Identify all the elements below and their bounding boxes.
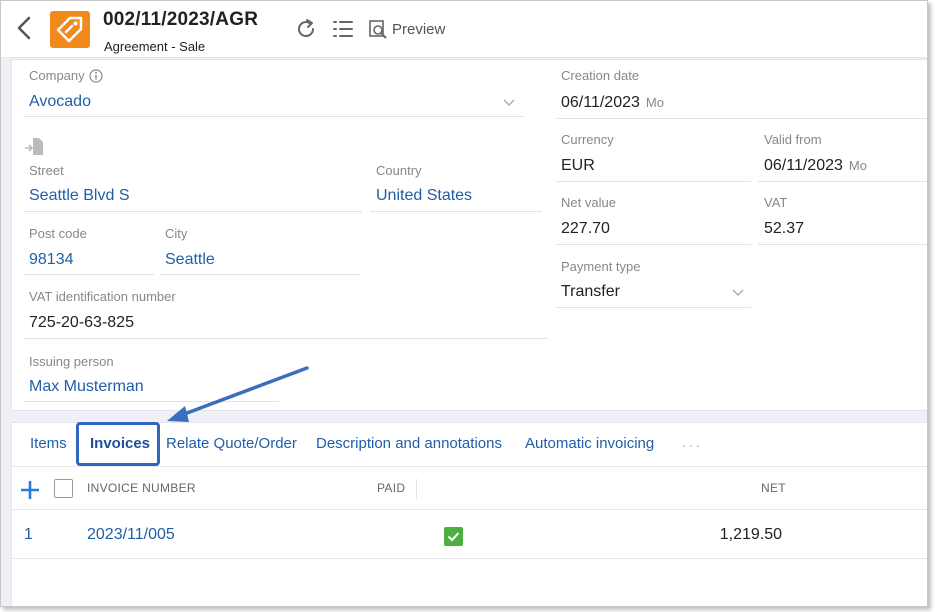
net-value-label: Net value bbox=[561, 195, 616, 210]
currency-label: Currency bbox=[561, 132, 614, 147]
chevron-down-icon[interactable] bbox=[503, 99, 515, 107]
chevron-down-icon[interactable] bbox=[732, 289, 744, 297]
issuing-person-field[interactable]: Max Musterman bbox=[29, 378, 144, 396]
street-label: Street bbox=[29, 163, 64, 178]
payment-type-field[interactable]: Transfer bbox=[561, 283, 620, 301]
city-field[interactable]: Seattle bbox=[165, 251, 215, 269]
country-field[interactable]: United States bbox=[376, 187, 472, 205]
country-label: Country bbox=[376, 163, 422, 178]
info-icon[interactable] bbox=[89, 68, 103, 83]
invoice-grid-header: INVOICE NUMBER PAID NET bbox=[12, 466, 927, 510]
vat-id-label: VAT identification number bbox=[29, 289, 176, 304]
tab-relate-quote-order[interactable]: Relate Quote/Order bbox=[166, 435, 297, 452]
company-label-row: Company bbox=[29, 68, 103, 83]
payment-type-label: Payment type bbox=[561, 259, 641, 274]
column-divider bbox=[416, 479, 417, 499]
vat-label: VAT bbox=[764, 195, 788, 210]
city-label: City bbox=[165, 226, 188, 241]
issuing-person-label: Issuing person bbox=[29, 354, 114, 369]
valid-from-field[interactable]: 06/11/2023 Mo bbox=[764, 157, 867, 175]
refresh-icon[interactable] bbox=[294, 17, 318, 41]
app-window: 002/11/2023/AGR Agreement - Sale Preview… bbox=[0, 0, 928, 607]
valid-from-label: Valid from bbox=[764, 132, 822, 147]
post-code-field[interactable]: 98134 bbox=[29, 251, 74, 269]
document-logo bbox=[50, 11, 90, 48]
more-tabs-button[interactable]: ··· bbox=[682, 437, 702, 453]
row-index: 1 bbox=[24, 526, 33, 543]
document-title: 002/11/2023/AGR bbox=[103, 9, 259, 30]
net-amount: 1,219.50 bbox=[719, 526, 782, 543]
column-invoice-number[interactable]: INVOICE NUMBER bbox=[87, 481, 196, 495]
detail-tabs-panel: Items Invoices Relate Quote/Order Descri… bbox=[11, 422, 927, 606]
company-label: Company bbox=[29, 68, 85, 83]
column-paid[interactable]: PAID bbox=[377, 481, 405, 495]
invoice-number-link[interactable]: 2023/11/005 bbox=[87, 526, 175, 544]
column-net[interactable]: NET bbox=[761, 481, 786, 495]
back-arrow-icon[interactable] bbox=[11, 13, 39, 43]
tab-items[interactable]: Items bbox=[30, 435, 67, 452]
creation-date-field[interactable]: 06/11/2023 Mo bbox=[561, 94, 664, 112]
add-icon[interactable] bbox=[19, 479, 41, 501]
creation-date-day: Mo bbox=[645, 95, 664, 110]
post-code-label: Post code bbox=[29, 226, 87, 241]
valid-from-day: Mo bbox=[848, 158, 867, 173]
copy-address-icon[interactable] bbox=[24, 137, 46, 157]
paid-checkbox-icon bbox=[444, 527, 463, 546]
currency-field[interactable]: EUR bbox=[561, 157, 595, 175]
street-field[interactable]: Seattle Blvd S bbox=[29, 187, 130, 205]
agreement-form: Company Avocado Street Seattle Blvd S Co… bbox=[11, 59, 927, 411]
tab-invoices[interactable]: Invoices bbox=[90, 435, 150, 452]
preview-label: Preview bbox=[392, 20, 446, 38]
select-all-checkbox[interactable] bbox=[54, 479, 73, 498]
price-tag-icon bbox=[56, 16, 83, 43]
net-value-field[interactable]: 227.70 bbox=[561, 220, 610, 238]
document-subtitle: Agreement - Sale bbox=[104, 39, 206, 54]
vat-field[interactable]: 52.37 bbox=[764, 220, 804, 238]
header-bar: 002/11/2023/AGR Agreement - Sale Preview bbox=[1, 1, 927, 58]
table-row[interactable]: 1 2023/11/005 1,219.50 bbox=[12, 511, 927, 559]
list-icon[interactable] bbox=[331, 17, 355, 41]
creation-date-value: 06/11/2023 bbox=[561, 94, 640, 111]
company-field[interactable]: Avocado bbox=[29, 93, 91, 111]
valid-from-value: 06/11/2023 bbox=[764, 157, 843, 174]
preview-button[interactable]: Preview bbox=[368, 17, 445, 41]
vat-id-field[interactable]: 725-20-63-825 bbox=[29, 314, 134, 332]
tab-description-annotations[interactable]: Description and annotations bbox=[316, 435, 502, 452]
creation-date-label: Creation date bbox=[561, 68, 640, 83]
preview-icon bbox=[369, 20, 387, 39]
tab-automatic-invoicing[interactable]: Automatic invoicing bbox=[525, 435, 654, 452]
